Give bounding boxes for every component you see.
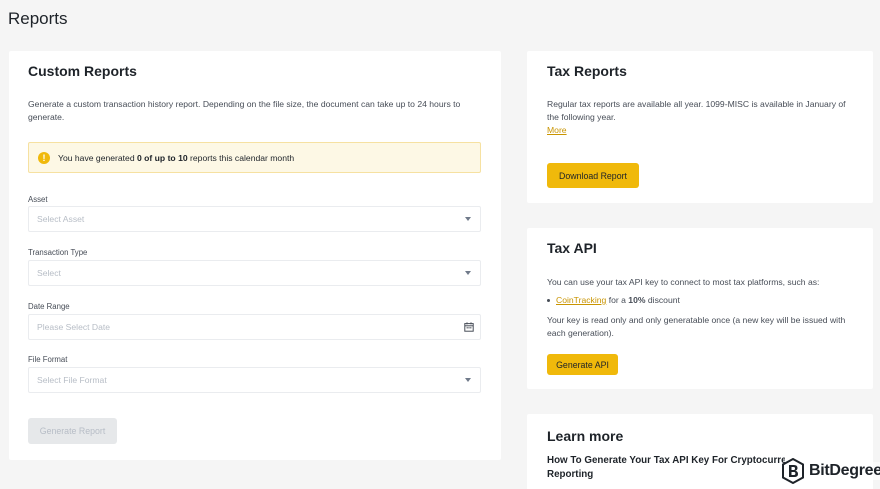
asset-placeholder: Select Asset — [37, 214, 85, 224]
transaction-type-label: Transaction Type — [28, 248, 88, 257]
article-title: How To Generate Your Tax API Key For Cry… — [547, 455, 785, 480]
learn-more-title: Learn more — [547, 428, 624, 444]
transaction-type-select[interactable]: Select — [28, 260, 481, 286]
article-title-line: How To Generate Your Tax API Key For Cry… — [547, 454, 785, 481]
tax-reports-title: Tax Reports — [547, 63, 627, 79]
tax-reports-card: Tax Reports Regular tax reports are avai… — [527, 51, 873, 203]
date-range-input[interactable]: Please Select Date — [28, 314, 481, 340]
tax-platform-list-item: CoinTracking for a 10% discount — [547, 295, 680, 305]
warning-icon: ! — [38, 151, 50, 164]
alert-count: 0 of up to 10 — [137, 152, 188, 163]
caret-down-icon — [465, 217, 471, 221]
discount-value: 10% — [628, 295, 646, 305]
report-limit-alert: ! You have generated 0 of up to 10 repor… — [28, 142, 481, 173]
watermark-text: BitDegree — [809, 462, 880, 480]
alert-prefix: You have generated — [58, 152, 138, 163]
file-format-placeholder: Select File Format — [37, 375, 107, 385]
bitdegree-logo-icon — [782, 458, 804, 484]
tax-api-card: Tax API You can use your tax API key to … — [527, 228, 873, 389]
asset-label: Asset — [28, 195, 48, 204]
generate-report-button[interactable]: Generate Report — [28, 418, 117, 444]
tax-api-title: Tax API — [547, 240, 597, 256]
custom-reports-card: Custom Reports Generate a custom transac… — [9, 51, 501, 460]
tax-api-intro: You can use your tax API key to connect … — [547, 277, 820, 287]
page-title: Reports — [8, 9, 68, 28]
alert-text: You have generated 0 of up to 10 reports… — [58, 153, 294, 163]
bitdegree-watermark: BitDegree — [781, 457, 880, 485]
custom-reports-description: Generate a custom transaction history re… — [28, 99, 461, 122]
cointracking-link[interactable]: CoinTracking — [556, 295, 606, 305]
bullet-dot — [547, 298, 550, 302]
generate-api-button[interactable]: Generate API — [547, 354, 618, 375]
file-format-label: File Format — [28, 355, 68, 364]
tax-reports-description: Regular tax reports are available all ye… — [547, 99, 846, 122]
date-range-label: Date Range — [28, 302, 70, 311]
transaction-type-placeholder: Select — [37, 268, 61, 278]
caret-down-icon — [465, 271, 471, 275]
date-range-placeholder: Please Select Date — [37, 322, 111, 332]
article-link[interactable]: How To Generate Your Tax API Key For Cry… — [547, 454, 797, 481]
calendar-icon — [464, 322, 474, 332]
download-report-button[interactable]: Download Report — [547, 163, 639, 188]
custom-reports-title: Custom Reports — [28, 63, 137, 79]
bullet-suffix: discount — [645, 295, 680, 305]
bullet-text: for a — [606, 295, 629, 305]
asset-select[interactable]: Select Asset — [28, 206, 481, 232]
file-format-select[interactable]: Select File Format — [28, 367, 481, 393]
alert-suffix: reports this calendar month — [187, 152, 295, 163]
more-link[interactable]: More — [547, 124, 567, 137]
tax-api-note: Your key is read only and only generatab… — [547, 315, 846, 338]
caret-down-icon — [465, 378, 471, 382]
